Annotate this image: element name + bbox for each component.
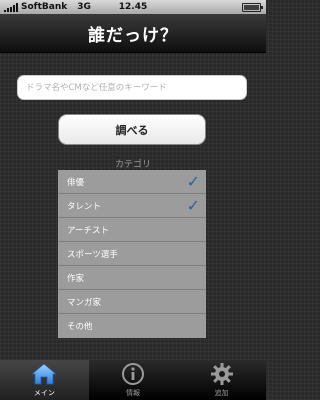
status-bar: SoftBank 3G 12.45: [0, 0, 266, 14]
tab-main[interactable]: メイン: [0, 360, 89, 400]
category-item-label: その他: [67, 322, 93, 332]
network-type: 3G: [77, 2, 91, 12]
category-item-writer[interactable]: 作家: [58, 266, 206, 290]
home-icon: [31, 363, 58, 385]
category-item-label: アーチスト: [67, 225, 109, 236]
page-title: 誰だっけ？: [88, 25, 178, 46]
category-item-other[interactable]: その他: [58, 314, 206, 338]
tab-label: 追加: [214, 389, 229, 397]
battery-icon: [242, 3, 263, 12]
signal-strength-icon: [4, 2, 18, 12]
search-button-label: 調べる: [115, 123, 149, 137]
category-item-manga-artist[interactable]: マンガ家: [58, 290, 206, 314]
tab-label: メイン: [33, 389, 55, 397]
tab-info[interactable]: 情報: [89, 360, 178, 400]
carrier-name: SoftBank: [21, 2, 68, 12]
tab-label: 情報: [125, 389, 140, 397]
category-heading: カテゴリ: [114, 160, 151, 170]
category-item-athlete[interactable]: スポーツ選手: [58, 242, 206, 266]
checkmark-icon: ✓: [186, 195, 200, 215]
gear-icon: [210, 363, 233, 385]
keyword-search-input[interactable]: [17, 75, 247, 100]
navigation-bar: 誰だっけ？: [0, 14, 266, 53]
category-item-talent[interactable]: タレント ✓: [58, 194, 206, 218]
category-item-actor[interactable]: 俳優 ✓: [58, 170, 206, 194]
category-list: 俳優 ✓ タレント ✓ アーチスト スポーツ選手 作家 マンガ家 その他: [58, 170, 206, 338]
category-item-label: 作家: [67, 273, 85, 284]
checkmark-icon: ✓: [186, 171, 200, 191]
category-item-artist[interactable]: アーチスト: [58, 218, 206, 242]
category-item-label: 俳優: [67, 177, 85, 188]
tab-add[interactable]: 追加: [177, 360, 266, 400]
info-icon: [121, 363, 144, 385]
tab-bar: メイン 情報 追加: [0, 360, 266, 400]
search-button[interactable]: 調べる: [58, 114, 206, 145]
category-item-label: マンガ家: [67, 297, 102, 308]
category-item-label: スポーツ選手: [67, 249, 118, 260]
category-item-label: タレント: [67, 201, 102, 212]
